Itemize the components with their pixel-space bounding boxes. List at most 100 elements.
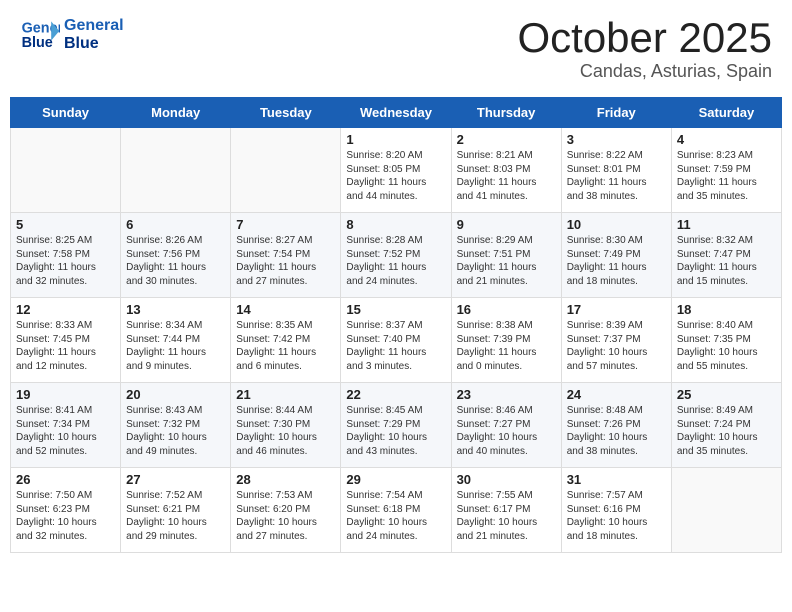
day-info: Sunset: 7:52 PM <box>346 248 445 262</box>
calendar-cell: 18Sunrise: 8:40 AMSunset: 7:35 PMDayligh… <box>671 298 781 383</box>
calendar-cell: 3 Sunrise: 8:22 AMSunset: 8:01 PMDaylight… <box>561 128 671 213</box>
day-info: Sunset: 7:45 PM <box>16 333 115 347</box>
day-number: 24 <box>567 387 666 402</box>
day-info: Daylight: 10 hours and 18 minutes. <box>567 516 666 543</box>
day-info: Daylight: 10 hours and 57 minutes. <box>567 346 666 373</box>
day-number: 28 <box>236 472 335 487</box>
day-number: 23 <box>457 387 556 402</box>
day-info: Sunrise: 8:46 AM <box>457 404 556 418</box>
logo-icon: General Blue <box>20 15 60 55</box>
calendar-cell <box>121 128 231 213</box>
day-info: Daylight: 10 hours and 29 minutes. <box>126 516 225 543</box>
calendar-table: SundayMondayTuesdayWednesdayThursdayFrid… <box>10 97 782 553</box>
calendar-cell: 31Sunrise: 7:57 AMSunset: 6:16 PMDayligh… <box>561 468 671 553</box>
day-info: Sunrise: 8:26 AM <box>126 234 225 248</box>
day-info: Sunset: 7:54 PM <box>236 248 335 262</box>
day-number: 21 <box>236 387 335 402</box>
day-info: Daylight: 11 hours and 38 minutes. <box>567 176 666 203</box>
day-number: 4 <box>677 132 776 147</box>
calendar-cell: 7Sunrise: 8:27 AMSunset: 7:54 PMDaylight… <box>231 213 341 298</box>
day-header-thursday: Thursday <box>451 98 561 128</box>
day-number: 18 <box>677 302 776 317</box>
day-info: Sunrise: 8:28 AM <box>346 234 445 248</box>
day-info: Daylight: 11 hours and 44 minutes. <box>346 176 445 203</box>
calendar-cell: 11Sunrise: 8:32 AMSunset: 7:47 PMDayligh… <box>671 213 781 298</box>
calendar-week-row: 12Sunrise: 8:33 AMSunset: 7:45 PMDayligh… <box>11 298 782 383</box>
calendar-cell: 12Sunrise: 8:33 AMSunset: 7:45 PMDayligh… <box>11 298 121 383</box>
calendar-cell: 6Sunrise: 8:26 AMSunset: 7:56 PMDaylight… <box>121 213 231 298</box>
calendar-cell: 24Sunrise: 8:48 AMSunset: 7:26 PMDayligh… <box>561 383 671 468</box>
day-header-monday: Monday <box>121 98 231 128</box>
calendar-cell: 26Sunrise: 7:50 AMSunset: 6:23 PMDayligh… <box>11 468 121 553</box>
day-info: Sunset: 7:34 PM <box>16 418 115 432</box>
day-info: Sunset: 7:42 PM <box>236 333 335 347</box>
day-info: Daylight: 11 hours and 35 minutes. <box>677 176 776 203</box>
day-info: Daylight: 10 hours and 24 minutes. <box>346 516 445 543</box>
calendar-cell: 8Sunrise: 8:28 AMSunset: 7:52 PMDaylight… <box>341 213 451 298</box>
day-info: Sunset: 7:44 PM <box>126 333 225 347</box>
day-info: Sunrise: 7:54 AM <box>346 489 445 503</box>
day-info: Sunrise: 8:22 AM <box>567 149 666 163</box>
day-info: Daylight: 10 hours and 21 minutes. <box>457 516 556 543</box>
day-info: Sunset: 7:51 PM <box>457 248 556 262</box>
day-header-friday: Friday <box>561 98 671 128</box>
day-info: Daylight: 10 hours and 32 minutes. <box>16 516 115 543</box>
day-info: Sunset: 6:23 PM <box>16 503 115 517</box>
day-info: Daylight: 10 hours and 55 minutes. <box>677 346 776 373</box>
day-info: Sunrise: 7:50 AM <box>16 489 115 503</box>
day-number: 3 <box>567 132 666 147</box>
day-info: Sunrise: 8:23 AM <box>677 149 776 163</box>
day-info: Sunrise: 8:35 AM <box>236 319 335 333</box>
day-info: Daylight: 11 hours and 32 minutes. <box>16 261 115 288</box>
day-number: 13 <box>126 302 225 317</box>
calendar-header-row: SundayMondayTuesdayWednesdayThursdayFrid… <box>11 98 782 128</box>
day-info: Daylight: 10 hours and 40 minutes. <box>457 431 556 458</box>
day-info: Sunrise: 8:45 AM <box>346 404 445 418</box>
calendar-cell: 1Sunrise: 8:20 AMSunset: 8:05 PMDaylight… <box>341 128 451 213</box>
day-info: Sunset: 7:40 PM <box>346 333 445 347</box>
day-info: Daylight: 10 hours and 43 minutes. <box>346 431 445 458</box>
day-info: Sunrise: 8:30 AM <box>567 234 666 248</box>
day-info: Daylight: 10 hours and 38 minutes. <box>567 431 666 458</box>
svg-text:Blue: Blue <box>22 35 53 51</box>
calendar-cell <box>671 468 781 553</box>
day-info: Sunset: 7:37 PM <box>567 333 666 347</box>
day-info: Sunset: 7:29 PM <box>346 418 445 432</box>
day-info: Sunrise: 8:41 AM <box>16 404 115 418</box>
day-info: Sunset: 6:20 PM <box>236 503 335 517</box>
day-info: Sunrise: 8:38 AM <box>457 319 556 333</box>
day-info: Sunset: 7:58 PM <box>16 248 115 262</box>
calendar-cell: 4Sunrise: 8:23 AMSunset: 7:59 PMDaylight… <box>671 128 781 213</box>
calendar-cell: 10Sunrise: 8:30 AMSunset: 7:49 PMDayligh… <box>561 213 671 298</box>
calendar-cell: 21Sunrise: 8:44 AMSunset: 7:30 PMDayligh… <box>231 383 341 468</box>
calendar-cell: 5Sunrise: 8:25 AMSunset: 7:58 PMDaylight… <box>11 213 121 298</box>
day-info: Sunset: 8:03 PM <box>457 163 556 177</box>
day-info: Sunset: 7:30 PM <box>236 418 335 432</box>
calendar-cell: 13Sunrise: 8:34 AMSunset: 7:44 PMDayligh… <box>121 298 231 383</box>
page-header: General Blue General Blue October 2025 C… <box>10 10 782 87</box>
day-number: 8 <box>346 217 445 232</box>
day-number: 14 <box>236 302 335 317</box>
calendar-week-row: 19Sunrise: 8:41 AMSunset: 7:34 PMDayligh… <box>11 383 782 468</box>
day-info: Daylight: 11 hours and 18 minutes. <box>567 261 666 288</box>
day-number: 9 <box>457 217 556 232</box>
day-info: Daylight: 11 hours and 27 minutes. <box>236 261 335 288</box>
day-info: Daylight: 11 hours and 21 minutes. <box>457 261 556 288</box>
calendar-cell: 2Sunrise: 8:21 AMSunset: 8:03 PMDaylight… <box>451 128 561 213</box>
day-info: Sunrise: 8:49 AM <box>677 404 776 418</box>
day-header-sunday: Sunday <box>11 98 121 128</box>
calendar-cell: 16Sunrise: 8:38 AMSunset: 7:39 PMDayligh… <box>451 298 561 383</box>
day-info: Sunset: 8:05 PM <box>346 163 445 177</box>
calendar-week-row: 1Sunrise: 8:20 AMSunset: 8:05 PMDaylight… <box>11 128 782 213</box>
calendar-cell <box>231 128 341 213</box>
day-info: Daylight: 11 hours and 15 minutes. <box>677 261 776 288</box>
day-info: Sunrise: 8:39 AM <box>567 319 666 333</box>
calendar-cell: 15Sunrise: 8:37 AMSunset: 7:40 PMDayligh… <box>341 298 451 383</box>
day-number: 1 <box>346 132 445 147</box>
day-info: Sunset: 8:01 PM <box>567 163 666 177</box>
day-info: Sunrise: 8:25 AM <box>16 234 115 248</box>
location-title: Candas, Asturias, Spain <box>517 61 772 82</box>
calendar-cell: 23Sunrise: 8:46 AMSunset: 7:27 PMDayligh… <box>451 383 561 468</box>
day-info: Sunset: 6:17 PM <box>457 503 556 517</box>
day-info: Sunrise: 8:32 AM <box>677 234 776 248</box>
